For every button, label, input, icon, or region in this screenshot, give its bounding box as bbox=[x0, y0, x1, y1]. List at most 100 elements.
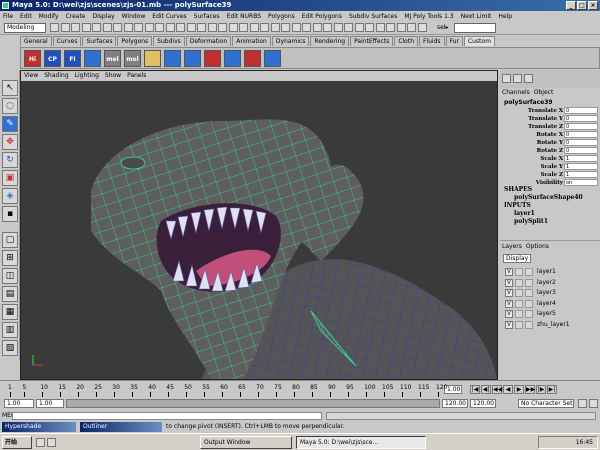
status-line-tool-icon[interactable] bbox=[228, 23, 238, 32]
status-line-tool-icon[interactable] bbox=[291, 23, 301, 32]
layer-display-selector[interactable]: Display bbox=[503, 254, 531, 263]
close-button[interactable]: × bbox=[588, 1, 598, 10]
status-line-tool-icon[interactable] bbox=[81, 23, 91, 32]
status-line-tool-icon[interactable] bbox=[375, 23, 385, 32]
status-line-tool-icon[interactable] bbox=[386, 23, 395, 32]
status-line-tool-icon[interactable] bbox=[113, 23, 122, 32]
status-line-tool-icon[interactable] bbox=[92, 23, 101, 32]
maximize-button[interactable]: □ bbox=[577, 1, 587, 10]
layer-row[interactable]: Vzhu_layer1 bbox=[502, 320, 598, 330]
layer-color-swatch[interactable] bbox=[525, 299, 533, 308]
layer-type-toggle[interactable] bbox=[515, 299, 523, 308]
step-forward-key-icon[interactable]: ▶▶ bbox=[525, 385, 535, 394]
layers-menu[interactable]: Layers bbox=[502, 243, 522, 250]
options-menu[interactable]: Options bbox=[526, 243, 549, 250]
command-input[interactable] bbox=[12, 412, 322, 420]
menu-item[interactable]: Create bbox=[66, 13, 86, 20]
channel-row[interactable]: Rotate X0 bbox=[500, 131, 600, 139]
shelf-tab[interactable]: Subdivs bbox=[153, 36, 185, 46]
last-tool-icon[interactable]: ▪ bbox=[2, 206, 18, 222]
channel-row[interactable]: Translate Y0 bbox=[500, 115, 600, 123]
menu-item[interactable]: Edit bbox=[20, 13, 32, 20]
play-backwards-icon[interactable]: ◀ bbox=[503, 385, 513, 394]
channel-row[interactable]: Translate Z0 bbox=[500, 123, 600, 131]
step-back-key-icon[interactable]: ◀◀ bbox=[492, 385, 502, 394]
rotate-tool-icon[interactable]: ↻ bbox=[2, 152, 18, 168]
channel-value-field[interactable]: 0 bbox=[564, 131, 598, 138]
shelf-button-icon[interactable] bbox=[244, 50, 261, 67]
status-line-tool-icon[interactable] bbox=[260, 23, 269, 32]
layer-row[interactable]: Vlayer5 bbox=[502, 309, 598, 319]
status-line-tool-icon[interactable] bbox=[71, 23, 80, 32]
manipulator-tool-icon[interactable]: ◈ bbox=[2, 188, 18, 204]
viewport-menu-item[interactable]: Show bbox=[105, 71, 121, 81]
shelf-tab[interactable]: Dynamics bbox=[271, 36, 310, 46]
minimize-button[interactable]: _ bbox=[566, 1, 576, 10]
status-line-tool-icon[interactable] bbox=[197, 23, 206, 32]
persp-graph-layout-icon[interactable]: ▦ bbox=[2, 304, 18, 320]
selection-input[interactable] bbox=[454, 23, 496, 33]
layer-color-swatch[interactable] bbox=[525, 310, 533, 318]
channel-row[interactable]: Rotate Z0 bbox=[500, 147, 600, 155]
layer-row[interactable]: Vlayer1 bbox=[502, 267, 598, 277]
channel-value-field[interactable]: 1 bbox=[564, 171, 598, 178]
channel-value-field[interactable]: 0 bbox=[564, 115, 598, 122]
menu-item[interactable]: Edit Polygons bbox=[302, 13, 342, 20]
status-line-tool-icon[interactable] bbox=[323, 23, 332, 32]
channel-row[interactable]: Rotate Y0 bbox=[500, 139, 600, 147]
menu-item[interactable]: Surfaces bbox=[194, 13, 220, 20]
layer-type-toggle[interactable] bbox=[515, 320, 523, 329]
perspective-viewport[interactable]: View Shading Lighting Show Panels bbox=[20, 70, 498, 380]
channel-value-field[interactable]: 0 bbox=[564, 123, 598, 130]
layer-visibility-toggle[interactable]: V bbox=[505, 278, 513, 287]
viewport-canvas[interactable] bbox=[21, 81, 497, 379]
status-line-tool-icon[interactable] bbox=[270, 23, 280, 32]
status-line-tool-icon[interactable] bbox=[249, 23, 259, 32]
time-slider[interactable]: 1.00 |◀ ◀| ◀◀ ◀ ▶ ▶▶ |▶ ▶| 1 5 10 15 20 25 30 3… bbox=[0, 380, 600, 397]
status-line-tool-icon[interactable] bbox=[333, 23, 343, 32]
persp-outliner-layout-icon[interactable]: ▤ bbox=[2, 286, 18, 302]
channels-tab[interactable]: Channels bbox=[502, 89, 530, 96]
character-set-selector[interactable]: No Character Set bbox=[518, 399, 574, 408]
status-line-tool-icon[interactable] bbox=[186, 23, 196, 32]
layer-row[interactable]: Vlayer2 bbox=[502, 278, 598, 288]
status-line-tool-icon[interactable] bbox=[144, 23, 154, 32]
side-pane-layout-icon[interactable]: ◫ bbox=[2, 268, 18, 284]
start-button[interactable]: 开始 bbox=[2, 436, 32, 449]
range-slider[interactable] bbox=[66, 399, 440, 408]
shelf-button-icon[interactable]: Hi bbox=[24, 50, 41, 67]
four-pane-layout-icon[interactable]: ⊞ bbox=[2, 250, 18, 266]
minimized-outliner[interactable]: Outliner bbox=[80, 422, 162, 432]
go-to-start-icon[interactable]: |◀ bbox=[470, 385, 480, 394]
lasso-tool-icon[interactable]: ◌ bbox=[2, 98, 18, 114]
attribute-editor-icon[interactable] bbox=[513, 74, 522, 83]
shelf-tab[interactable]: General bbox=[20, 36, 52, 46]
menu-item[interactable]: Window bbox=[122, 13, 146, 20]
shelf-button-icon[interactable] bbox=[224, 50, 241, 67]
scale-tool-icon[interactable]: ▣ bbox=[2, 170, 18, 186]
menu-item[interactable]: Next Limit bbox=[461, 13, 492, 20]
input-item[interactable]: polySplit1 bbox=[514, 218, 548, 225]
channel-row[interactable]: Scale Y1 bbox=[500, 163, 600, 171]
layer-color-swatch[interactable] bbox=[525, 278, 533, 287]
menu-item[interactable]: Edit Curves bbox=[152, 13, 186, 20]
status-line-tool-icon[interactable] bbox=[365, 23, 374, 32]
layer-type-toggle[interactable] bbox=[515, 268, 523, 276]
layer-visibility-toggle[interactable]: V bbox=[505, 289, 513, 297]
layer-color-swatch[interactable] bbox=[525, 320, 533, 329]
step-forward-icon[interactable]: |▶ bbox=[536, 385, 546, 394]
viewport-menu-item[interactable]: Panels bbox=[127, 71, 146, 81]
viewport-menu-item[interactable]: Shading bbox=[44, 71, 68, 81]
menu-item[interactable]: Help bbox=[498, 13, 512, 20]
layer-color-swatch[interactable] bbox=[525, 268, 533, 276]
status-line-tool-icon[interactable] bbox=[239, 23, 248, 32]
menu-item[interactable]: Modify bbox=[39, 13, 59, 20]
status-line-tool-icon[interactable] bbox=[396, 23, 406, 32]
anim-prefs-icon[interactable] bbox=[589, 399, 598, 408]
status-line-tool-icon[interactable] bbox=[155, 23, 164, 32]
shelf-button-icon[interactable]: mel bbox=[124, 50, 141, 67]
status-line-tool-icon[interactable] bbox=[312, 23, 322, 32]
layer-type-toggle[interactable] bbox=[515, 278, 523, 287]
channel-value-field[interactable]: 1 bbox=[564, 155, 598, 162]
quicklaunch-ie-icon[interactable] bbox=[36, 438, 45, 447]
